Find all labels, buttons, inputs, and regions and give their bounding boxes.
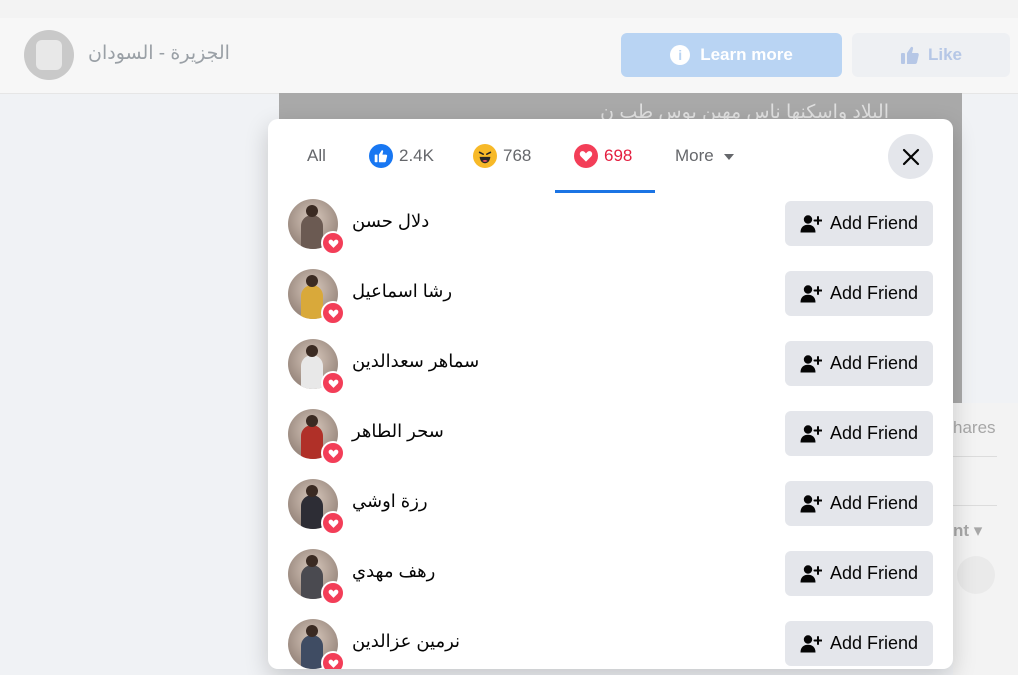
comment-filter: nt ▾ — [953, 521, 983, 540]
browser-strip — [0, 0, 1018, 19]
list-item: رزة اوشي Add Friend — [268, 479, 953, 543]
list-item: رشا اسماعيل Add Friend — [268, 269, 953, 333]
add-friend-icon — [800, 494, 822, 512]
tab-more[interactable]: More — [675, 119, 734, 193]
add-friend-label: Add Friend — [829, 423, 919, 443]
add-friend-icon — [800, 564, 822, 582]
reaction-tabs: All 2.4K 768 698 More — [268, 119, 953, 195]
add-friend-label: Add Friend — [829, 353, 919, 373]
list-item: سحر الطاهر Add Friend — [268, 409, 953, 473]
close-button[interactable] — [888, 134, 933, 179]
reactions-dialog: All 2.4K 768 698 More دلال حسن Add Frien… — [268, 119, 953, 669]
list-item: دلال حسن Add Friend — [268, 199, 953, 263]
list-item: سماهر سعدالدين Add Friend — [268, 339, 953, 403]
avatar-figure — [301, 285, 323, 319]
avatar-figure — [301, 495, 323, 529]
haha-reaction-icon — [473, 144, 497, 168]
page-name: الجزيرة - السودان — [88, 43, 230, 64]
tab-love-count: 698 — [604, 146, 633, 165]
love-badge-icon — [321, 371, 345, 395]
tab-haha-count: 768 — [503, 146, 532, 165]
close-icon — [902, 148, 919, 165]
page-header: الجزيرة - السودان i Learn more Like — [0, 18, 1018, 94]
add-friend-label: Add Friend — [829, 493, 919, 513]
person-name[interactable]: نرمين عزالدين — [352, 631, 532, 652]
love-reaction-icon — [574, 144, 598, 168]
thumbs-up-icon — [900, 46, 919, 64]
avatar-figure — [301, 355, 323, 389]
person-name[interactable]: دلال حسن — [352, 211, 532, 232]
add-friend-icon — [800, 424, 822, 442]
divider — [953, 456, 997, 457]
add-friend-button[interactable]: Add Friend — [785, 481, 933, 526]
active-tab-indicator — [555, 190, 655, 193]
add-friend-button[interactable]: Add Friend — [785, 551, 933, 596]
person-name[interactable]: سماهر سعدالدين — [352, 351, 532, 372]
person-name[interactable]: رهف مهدي — [352, 561, 532, 582]
add-friend-icon — [800, 354, 822, 372]
divider — [953, 505, 997, 506]
shares-count: hares — [953, 418, 996, 437]
add-friend-icon — [800, 214, 822, 232]
reactors-list[interactable]: دلال حسن Add Friend رشا اسماعيل Add Frie… — [268, 199, 953, 669]
love-badge-icon — [321, 651, 345, 669]
tab-all[interactable]: All — [307, 119, 326, 193]
add-friend-button[interactable]: Add Friend — [785, 621, 933, 666]
add-friend-button[interactable]: Add Friend — [785, 271, 933, 316]
add-friend-label: Add Friend — [829, 633, 919, 653]
avatar-figure — [301, 215, 323, 249]
tab-like-count: 2.4K — [399, 146, 434, 165]
add-friend-button[interactable]: Add Friend — [785, 411, 933, 456]
page-avatar — [24, 30, 74, 80]
learn-more-label: Learn more — [700, 45, 793, 64]
like-reaction-icon — [369, 144, 393, 168]
add-friend-label: Add Friend — [829, 213, 919, 233]
chevron-down-icon — [723, 154, 734, 160]
learn-more-button[interactable]: i Learn more — [621, 33, 842, 77]
add-friend-icon — [800, 634, 822, 652]
love-badge-icon — [321, 441, 345, 465]
list-item: رهف مهدي Add Friend — [268, 549, 953, 613]
add-friend-icon — [800, 284, 822, 302]
add-friend-button[interactable]: Add Friend — [785, 341, 933, 386]
love-badge-icon — [321, 511, 345, 535]
sticker-icon — [957, 556, 995, 594]
avatar-figure — [301, 565, 323, 599]
like-page-button[interactable]: Like — [852, 33, 1010, 77]
like-label: Like — [927, 45, 963, 64]
list-item: نرمين عزالدين Add Friend — [268, 619, 953, 669]
avatar-figure — [301, 425, 323, 459]
tab-all-label: All — [307, 146, 326, 165]
tab-haha[interactable]: 768 — [473, 119, 531, 193]
avatar-figure — [301, 635, 323, 669]
info-icon: i — [670, 45, 691, 65]
add-friend-label: Add Friend — [829, 283, 919, 303]
add-friend-button[interactable]: Add Friend — [785, 201, 933, 246]
tab-more-label: More — [675, 146, 714, 165]
love-badge-icon — [321, 231, 345, 255]
tab-like[interactable]: 2.4K — [369, 119, 434, 193]
person-name[interactable]: سحر الطاهر — [352, 421, 532, 442]
tab-love[interactable]: 698 — [574, 119, 632, 193]
person-name[interactable]: رشا اسماعيل — [352, 281, 532, 302]
add-friend-label: Add Friend — [829, 563, 919, 583]
love-badge-icon — [321, 301, 345, 325]
love-badge-icon — [321, 581, 345, 605]
person-name[interactable]: رزة اوشي — [352, 491, 532, 512]
